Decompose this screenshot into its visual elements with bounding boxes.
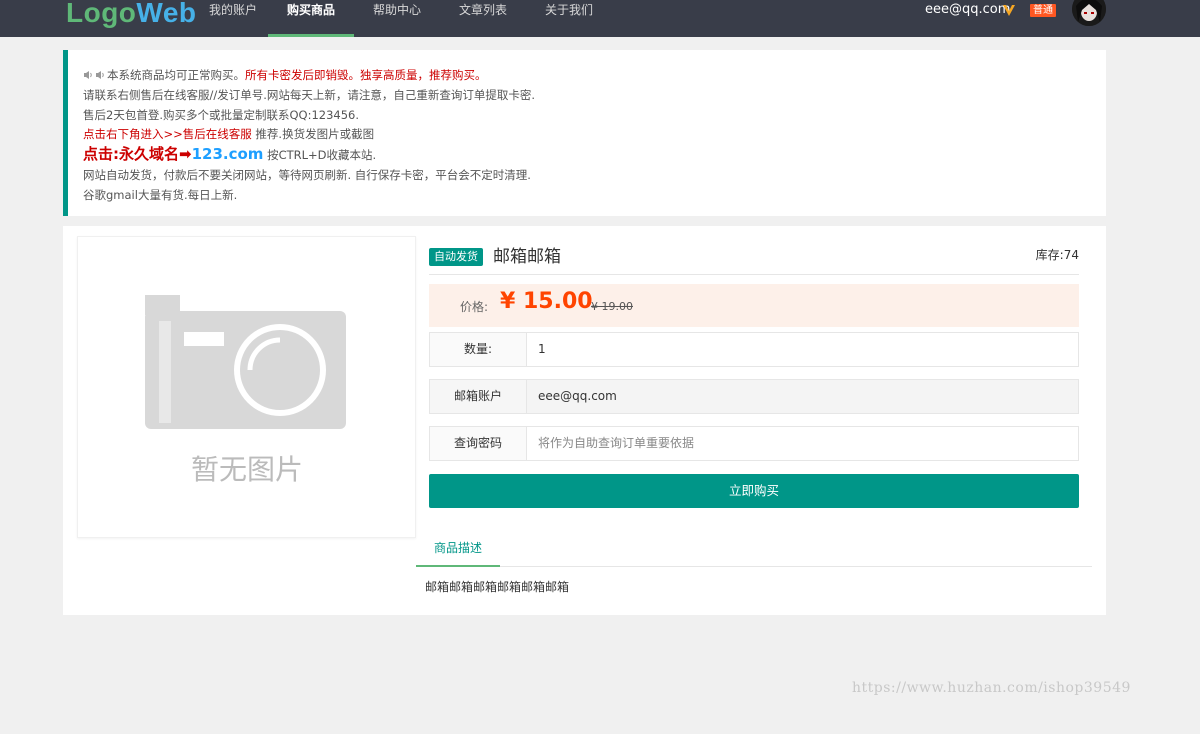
notice-line-5: 点击:永久域名➡123.com 按CTRL+D收藏本站.: [83, 145, 1106, 166]
notice-line-4-text: 推荐.换货发图片或截图: [251, 127, 375, 142]
price-row: 价格: ¥ 15.00 ¥ 19.00: [429, 284, 1079, 327]
product-description: 邮箱邮箱邮箱邮箱邮箱邮箱: [425, 580, 570, 594]
query-password-field: 查询密码 将作为自助查询订单重要依据: [429, 426, 1079, 461]
user-level-badge: 普通: [1030, 4, 1056, 17]
nav-article-list[interactable]: 文章列表: [440, 0, 526, 37]
stock-count: 库存:74: [1035, 248, 1079, 262]
notice-line-6: 网站自动发货，付款后不要关闭网站，等待网页刷新. 自行保存卡密，平台会不定时清理…: [83, 167, 531, 182]
query-password-input[interactable]: 将作为自助查询订单重要依据: [538, 427, 694, 460]
nav-help-center[interactable]: 帮助中心: [354, 0, 440, 37]
no-image-placeholder-icon: 暂无图片: [145, 295, 346, 486]
tab-product-description[interactable]: 商品描述: [416, 533, 500, 567]
query-password-label: 查询密码: [430, 427, 527, 460]
email-account-field: 邮箱账户 eee@qq.com: [429, 379, 1079, 414]
nav-about-us[interactable]: 关于我们: [526, 0, 612, 37]
quantity-label: 数量:: [430, 333, 527, 366]
notice-line-1-highlight: 所有卡密发后即销毁。独享高质量，推荐购买。: [245, 68, 487, 82]
notice-line-1: 本系统商品均可正常购买。所有卡密发后即销毁。独享高质量，推荐购买。: [83, 66, 1106, 86]
avatar[interactable]: [1072, 0, 1106, 26]
nav-my-account[interactable]: 我的账户: [198, 0, 268, 37]
site-logo[interactable]: LogoWeb: [66, 0, 197, 30]
product-card: 暂无图片 自动发货 邮箱邮箱 库存:74 价格: ¥ 15.00 ¥ 19.00…: [63, 226, 1106, 615]
bookmark-hint: 按CTRL+D收藏本站.: [263, 148, 377, 163]
product-image: 暂无图片: [77, 236, 416, 538]
notice-line-1-text: 本系统商品均可正常购买。: [107, 68, 245, 82]
auto-delivery-badge: 自动发货: [429, 248, 483, 266]
top-navbar: LogoWeb 我的账户 购买商品 帮助中心 文章列表 关于我们 eee@qq.…: [0, 0, 1200, 37]
product-title: 邮箱邮箱: [493, 247, 561, 267]
original-price: ¥ 19.00: [591, 300, 633, 313]
main-nav: 我的账户 购买商品 帮助中心 文章列表 关于我们: [198, 0, 612, 37]
product-title-row: 自动发货 邮箱邮箱 库存:74: [429, 238, 1079, 275]
domain-prefix: 点击:永久域名➡: [83, 145, 192, 164]
watermark-url: https://www.huzhan.com/ishop39549: [852, 680, 1131, 696]
nav-buy-products[interactable]: 购买商品: [268, 0, 354, 37]
notice-line-3: 售后2天包首登.购买多个或批量定制联系QQ:123456.: [83, 107, 360, 122]
user-email[interactable]: eee@qq.com: [925, 1, 1010, 19]
product-tabs: 商品描述: [416, 533, 1092, 567]
customer-service-link[interactable]: 点击右下角进入>>售后在线客服: [83, 127, 252, 141]
logo-text-part2: Web: [136, 0, 197, 28]
domain-link[interactable]: 123.com: [192, 145, 264, 163]
speaker-icon: [84, 71, 104, 79]
no-image-text: 暂无图片: [191, 453, 303, 486]
price-label: 价格:: [460, 300, 489, 314]
v-badge-icon: [1003, 5, 1015, 16]
email-account-input[interactable]: eee@qq.com: [538, 380, 617, 413]
email-account-label: 邮箱账户: [430, 380, 527, 413]
buy-now-button[interactable]: 立即购买: [429, 474, 1079, 508]
quantity-input[interactable]: 1: [538, 333, 546, 366]
notice-line-2: 请联系右侧售后在线客服//发订单号.网站每天上新，请注意，自己重新查询订单提取卡…: [83, 87, 536, 102]
current-price: ¥ 15.00: [500, 289, 593, 314]
logo-text-part1: Logo: [66, 0, 137, 28]
notice-line-4: 点击右下角进入>>售后在线客服 推荐.换货发图片或截图: [83, 125, 1106, 145]
quantity-field: 数量: 1: [429, 332, 1079, 367]
notice-line-7: 谷歌gmail大量有货.每日上新.: [83, 187, 238, 202]
announcement-panel: 本系统商品均可正常购买。所有卡密发后即销毁。独享高质量，推荐购买。 请联系右侧售…: [63, 50, 1106, 216]
